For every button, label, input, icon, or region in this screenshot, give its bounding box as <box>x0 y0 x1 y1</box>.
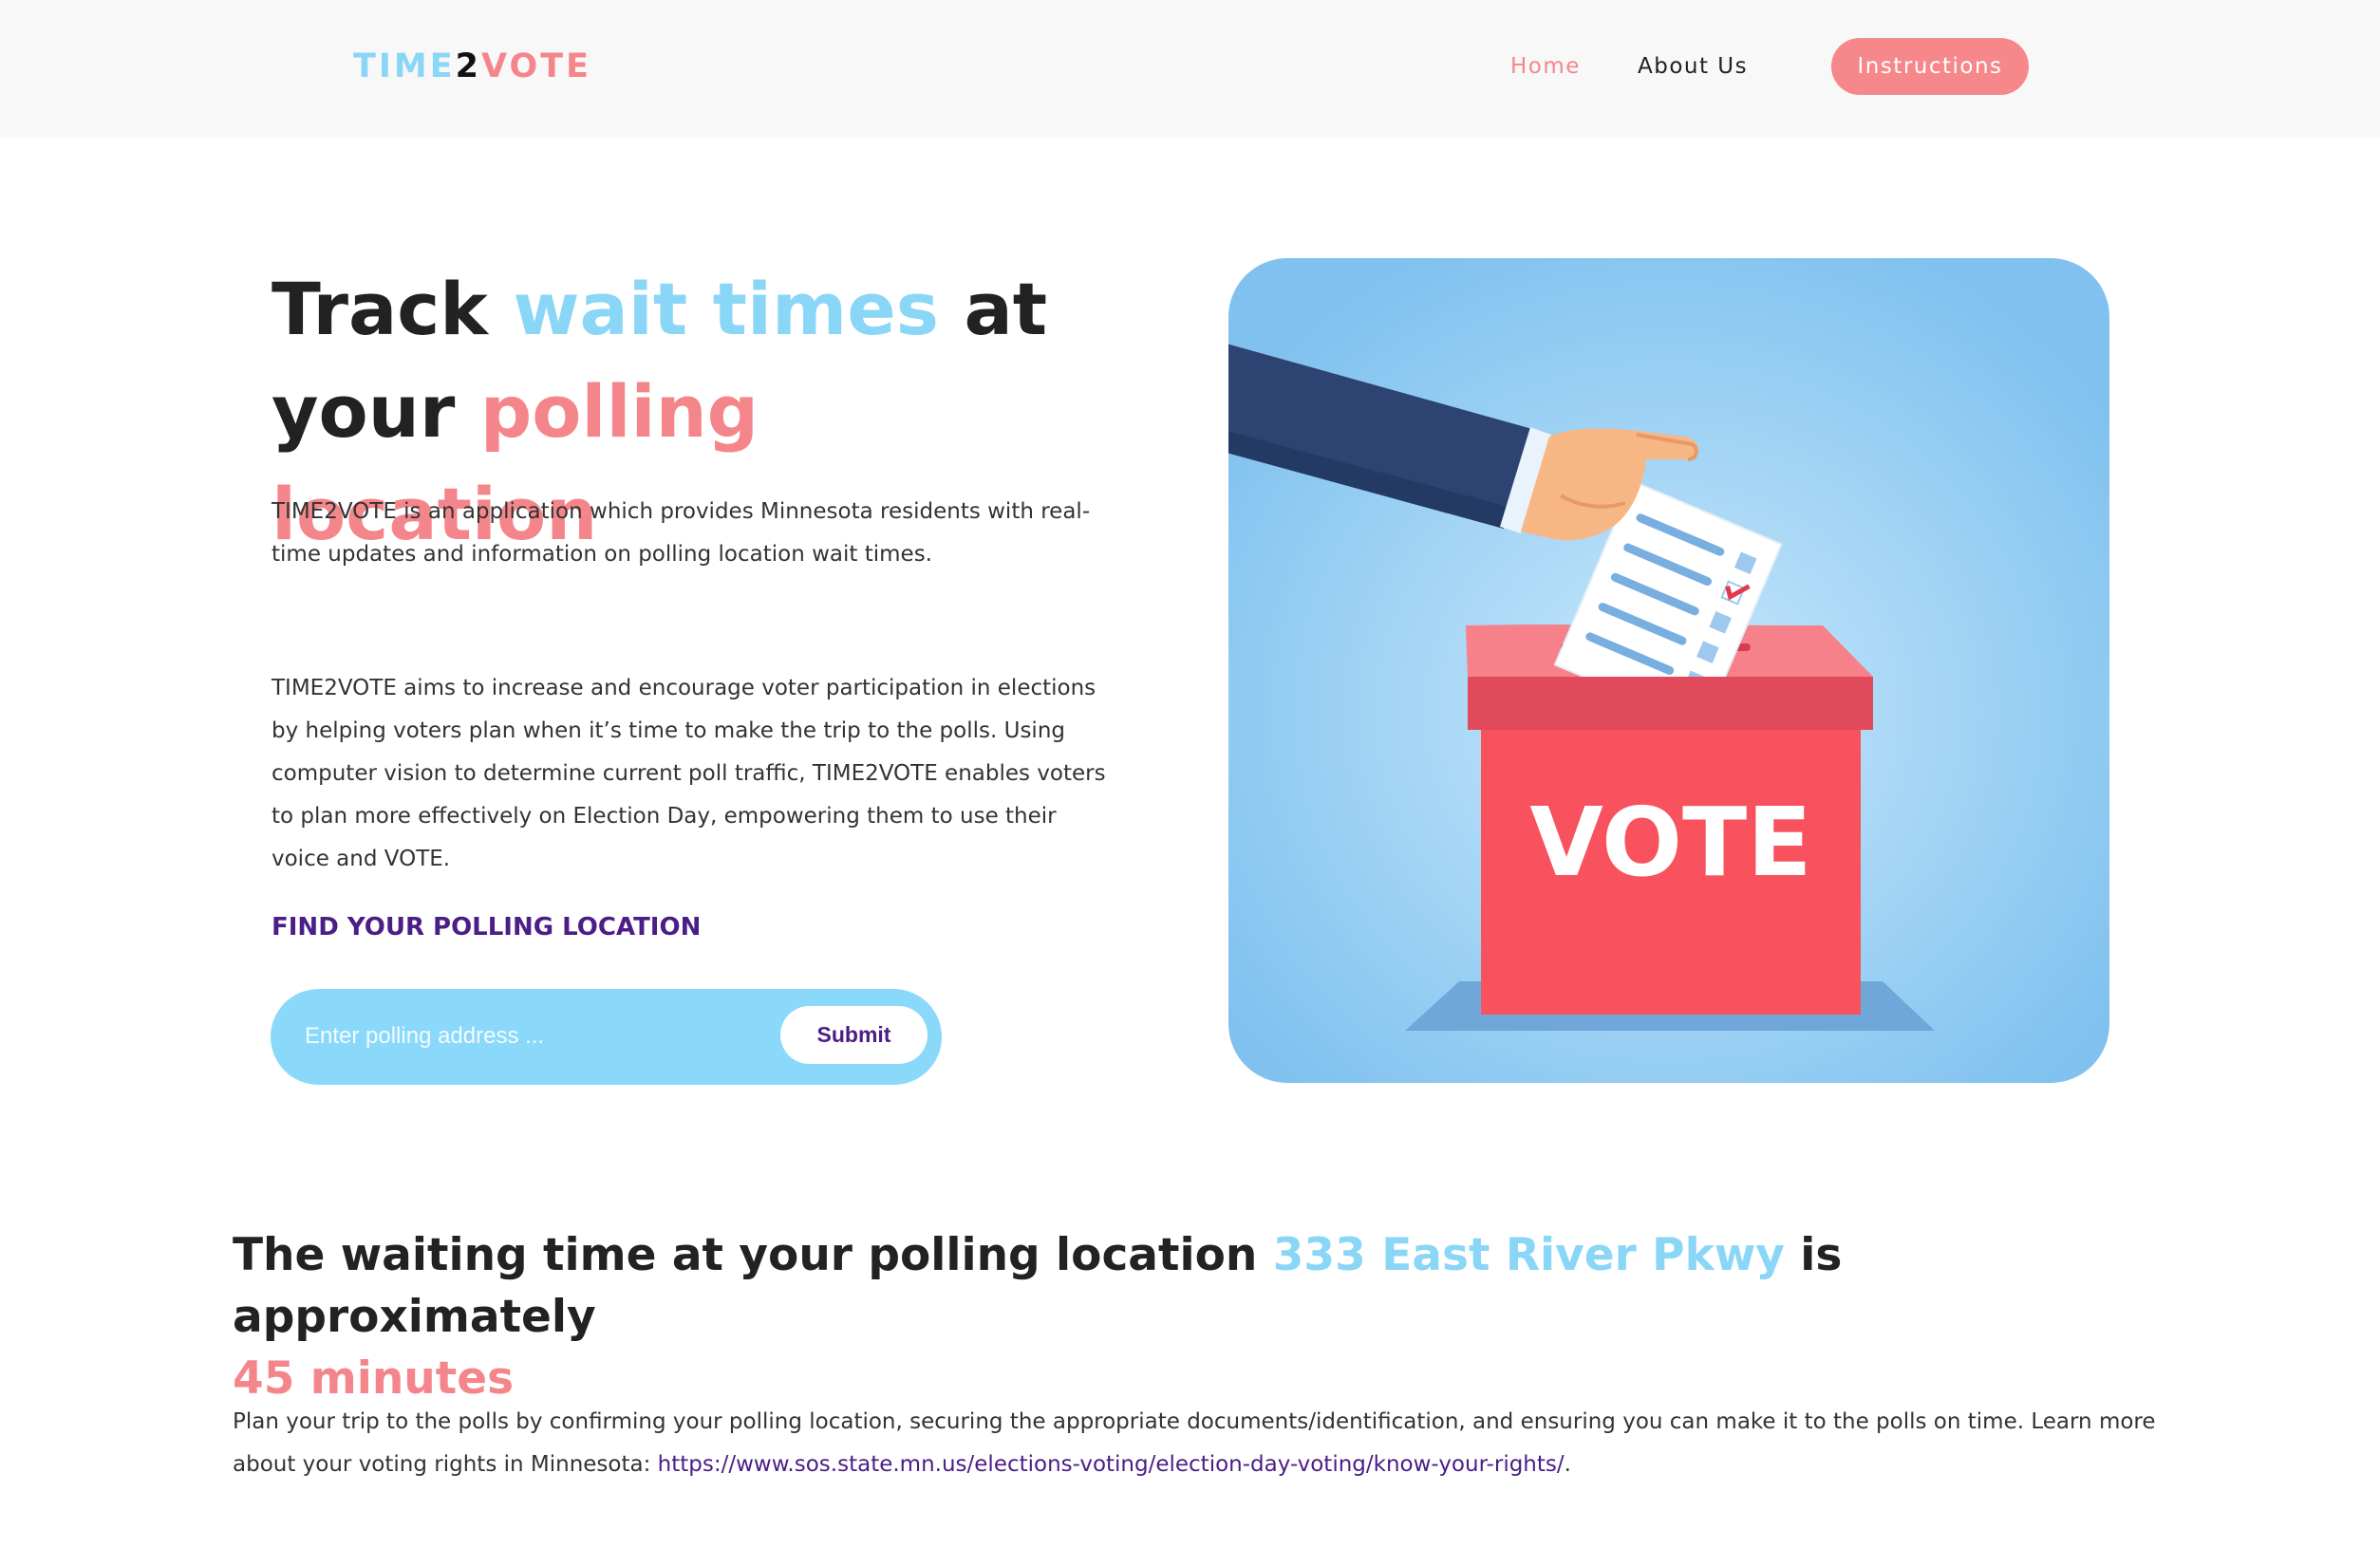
result-location: 333 East River Pkwy <box>1272 1229 1785 1281</box>
ballot-box-vote-label: VOTE <box>1529 787 1811 898</box>
logo-part-time: TIME <box>353 47 456 85</box>
wait-time-result-heading: The waiting time at your polling locatio… <box>233 1224 2131 1409</box>
vote-illustration: VOTE <box>1228 258 2109 1083</box>
result-wait-time: 45 minutes <box>233 1352 515 1405</box>
mission-paragraph: TIME2VOTE aims to increase and encourage… <box>272 676 1106 871</box>
logo-part-2: 2 <box>455 47 481 85</box>
instructions-button[interactable]: Instructions <box>1831 38 2029 95</box>
intro-paragraph: TIME2VOTE is an application which provid… <box>272 499 1091 567</box>
voting-rights-paragraph: Plan your trip to the polls by confirmin… <box>233 1401 2169 1486</box>
hero-title-highlight-wait-times: wait times <box>513 267 940 351</box>
ballot-box-band-icon <box>1468 677 1873 730</box>
voting-rights-period: . <box>1564 1452 1571 1477</box>
address-search-bar: Submit <box>271 989 942 1085</box>
polling-address-input[interactable] <box>305 1016 703 1057</box>
nav-home-link[interactable]: Home <box>1510 49 1581 84</box>
nav-about-link[interactable]: About Us <box>1638 49 1748 84</box>
logo-part-vote: VOTE <box>481 47 592 85</box>
voting-rights-link[interactable]: https://www.sos.state.mn.us/elections-vo… <box>658 1452 1565 1477</box>
submit-button[interactable]: Submit <box>780 1006 928 1064</box>
site-logo[interactable]: TIME2VOTE <box>353 46 591 87</box>
find-polling-location-heading: FIND YOUR POLLING LOCATION <box>272 913 702 941</box>
site-header: TIME2VOTE Home About Us Instructions <box>0 0 2380 137</box>
hero-title-text-1: Track <box>272 267 514 351</box>
result-prefix: The waiting time at your polling locatio… <box>233 1229 1273 1281</box>
